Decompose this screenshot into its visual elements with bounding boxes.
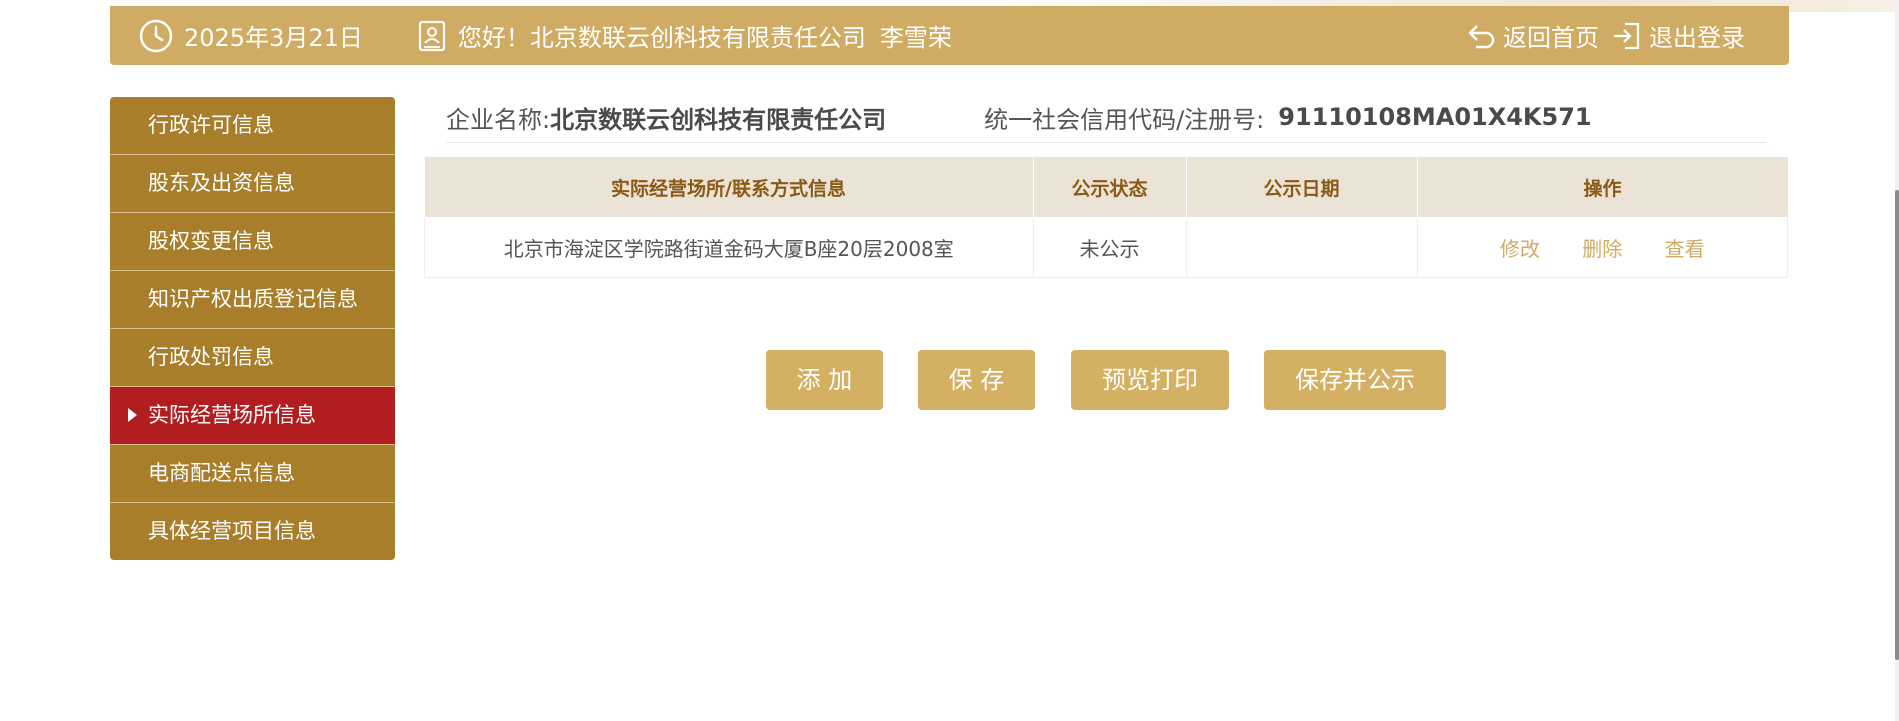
premises-table: 实际经营场所/联系方式信息 公示状态 公示日期 操作 北京市海淀区学院路街道金码… xyxy=(424,157,1788,278)
credit-code-label: 统一社会信用代码/注册号: xyxy=(984,105,1265,134)
company-info-bar: 企业名称: 北京数联云创科技有限责任公司 统一社会信用代码/注册号: 91110… xyxy=(446,92,1766,143)
sidebar-item-ecommerce-delivery[interactable]: 电商配送点信息 xyxy=(110,445,395,503)
cell-actions: 修改 删除 查看 xyxy=(1416,217,1788,278)
cell-date xyxy=(1185,217,1418,278)
delete-link[interactable]: 删除 xyxy=(1582,237,1622,261)
credit-code: 91110108MA01X4K571 xyxy=(1278,103,1592,131)
cell-address: 北京市海淀区学院路街道金码大厦B座20层2008室 xyxy=(424,217,1034,278)
cell-status: 未公示 xyxy=(1032,217,1187,278)
user-badge-icon xyxy=(418,20,446,52)
sidebar-item-ip-pledge[interactable]: 知识产权出质登记信息 xyxy=(110,271,395,329)
column-header-date: 公示日期 xyxy=(1186,157,1418,217)
sidebar-menu: 行政许可信息 股东及出资信息 股权变更信息 知识产权出质登记信息 行政处罚信息 … xyxy=(110,97,395,560)
save-publish-button[interactable]: 保存并公示 xyxy=(1264,350,1446,410)
logout-link-label: 退出登录 xyxy=(1649,24,1745,52)
date-text: 2025年3月21日 xyxy=(184,24,363,52)
edit-link[interactable]: 修改 xyxy=(1500,237,1540,261)
return-icon xyxy=(1467,22,1497,50)
column-header-address: 实际经营场所/联系方式信息 xyxy=(424,157,1034,217)
scrollbar-thumb[interactable] xyxy=(1895,190,1899,660)
column-header-actions: 操作 xyxy=(1417,157,1788,217)
table-header-row: 实际经营场所/联系方式信息 公示状态 公示日期 操作 xyxy=(424,157,1788,217)
sidebar-item-admin-license[interactable]: 行政许可信息 xyxy=(110,97,395,155)
home-link[interactable]: 返回首页 xyxy=(1467,18,1599,53)
clock-icon xyxy=(138,18,174,54)
home-link-label: 返回首页 xyxy=(1503,24,1599,52)
user-name: 李雪荣 xyxy=(879,24,952,52)
add-button[interactable]: 添 加 xyxy=(766,350,883,410)
company-name: 北京数联云创科技有限责任公司 xyxy=(550,105,887,134)
top-bar: 2025年3月21日 您好！北京数联云创科技有限责任公司 李雪荣 返回首页 退出… xyxy=(110,6,1789,65)
header-links: 返回首页 退出登录 xyxy=(1467,6,1745,65)
sidebar-item-admin-penalty[interactable]: 行政处罚信息 xyxy=(110,329,395,387)
sidebar-item-equity-change[interactable]: 股权变更信息 xyxy=(110,213,395,271)
sidebar-item-business-projects[interactable]: 具体经营项目信息 xyxy=(110,503,395,560)
column-header-status: 公示状态 xyxy=(1033,157,1187,217)
preview-print-button[interactable]: 预览打印 xyxy=(1071,350,1229,410)
date-display: 2025年3月21日 xyxy=(138,18,363,54)
logout-icon xyxy=(1611,20,1643,52)
logout-link[interactable]: 退出登录 xyxy=(1611,18,1745,53)
company-name-label: 企业名称: xyxy=(446,105,551,134)
vertical-scrollbar[interactable] xyxy=(1895,0,1899,721)
greeting-text: 您好！北京数联云创科技有限责任公司 xyxy=(457,24,866,52)
sidebar-item-shareholders[interactable]: 股东及出资信息 xyxy=(110,155,395,213)
view-link[interactable]: 查看 xyxy=(1665,237,1705,261)
save-button[interactable]: 保 存 xyxy=(918,350,1035,410)
table-row: 北京市海淀区学院路街道金码大厦B座20层2008室 未公示 修改 删除 查看 xyxy=(424,217,1788,278)
sidebar-item-business-premises[interactable]: 实际经营场所信息 xyxy=(110,387,395,445)
greeting: 您好！北京数联云创科技有限责任公司 李雪荣 xyxy=(418,18,952,53)
